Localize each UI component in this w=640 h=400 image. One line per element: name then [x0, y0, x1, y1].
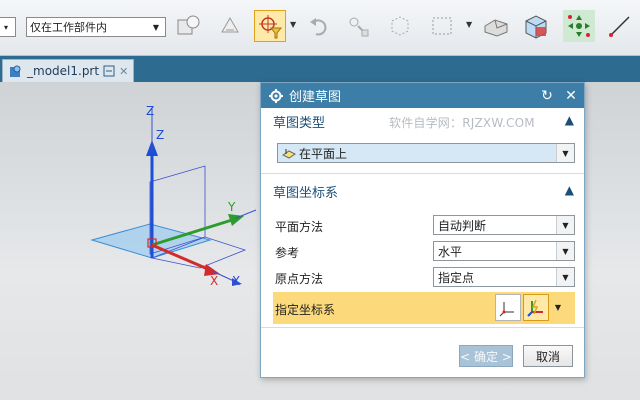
cube-wire-icon[interactable]	[384, 10, 416, 42]
dialog-title-bar: 创建草图 ↻ ✕	[261, 83, 584, 108]
z-axis-label: Z	[146, 104, 155, 118]
sketch-on-plane-icon	[282, 149, 296, 159]
specify-csys-label: 指定坐标系	[275, 303, 336, 317]
main-toolbar: ▾ 仅在工作部件内 ▼ ▼ ▼	[0, 0, 640, 56]
solid-icon[interactable]	[480, 10, 512, 42]
cancel-button[interactable]: 取消	[523, 345, 573, 367]
gear-icon[interactable]	[269, 88, 283, 103]
collapse-caret-icon[interactable]: ▲	[565, 183, 574, 197]
chevron-down-icon: ▼	[556, 242, 574, 260]
select-box-icon[interactable]	[426, 10, 458, 42]
origin-method-label: 原点方法	[275, 272, 324, 286]
sketch-type-value: 在平面上	[299, 146, 348, 161]
plane-method-select[interactable]: 自动判断 ▼	[433, 215, 575, 235]
chevron-down-icon: ▼	[554, 303, 562, 312]
chevron-down-icon[interactable]: ▼	[290, 20, 296, 29]
chevron-down-icon: ▼	[152, 22, 160, 32]
csys-icon	[499, 301, 514, 316]
chevron-down-icon: ▼	[556, 216, 574, 234]
origin-method-value: 指定点	[438, 270, 475, 285]
inferred-csys-button[interactable]	[523, 294, 549, 321]
tab-model1[interactable]: _model1.prt ✕	[2, 59, 134, 82]
reference-label: 参考	[275, 246, 300, 260]
select-filter-icon[interactable]	[254, 10, 286, 42]
reset-icon[interactable]: ↻	[538, 87, 556, 105]
chevron-down-icon: ▼	[556, 144, 574, 162]
rotate-icon[interactable]	[304, 10, 336, 42]
view-cube-icon[interactable]	[520, 10, 552, 42]
selection-combo-left[interactable]: ▾	[0, 17, 16, 37]
tab-close-icon[interactable]: ✕	[119, 65, 128, 78]
section-title: 草图类型	[273, 115, 326, 131]
section-sketch-csys: 草图坐标系 ▲ 平面方法 自动判断 ▼ 参考 水平 ▼ 原点方法 指定点 ▼ 指…	[261, 178, 584, 328]
snap-grid-icon[interactable]	[563, 10, 595, 42]
chevron-down-icon: ▼	[556, 268, 574, 286]
x-axis-label: X	[210, 274, 219, 288]
line-icon[interactable]	[604, 10, 636, 42]
section-title: 草图坐标系	[273, 185, 339, 201]
z-datum-label: Z	[156, 128, 165, 142]
plane-method-label: 平面方法	[275, 220, 324, 234]
specify-csys-row[interactable]: 指定坐标系 ▼	[273, 292, 575, 324]
watermark-text: 软件自学网：RJZXW.COM	[389, 116, 535, 130]
y-datum-axis	[235, 209, 257, 219]
sketch-type-select[interactable]: 在平面上 ▼	[277, 143, 575, 163]
section-sketch-type-header[interactable]: 草图类型 软件自学网：RJZXW.COM ▲	[261, 108, 584, 134]
inferred-csys-icon	[527, 299, 543, 317]
section-sketch-csys-header[interactable]: 草图坐标系 ▲	[261, 178, 584, 204]
chevron-down-icon[interactable]: ▼	[466, 20, 472, 29]
csys-dialog-button[interactable]	[495, 294, 521, 321]
collapse-caret-icon[interactable]: ▲	[565, 113, 574, 127]
tab-label: _model1.prt	[27, 64, 100, 78]
reference-select[interactable]: 水平 ▼	[433, 241, 575, 261]
ok-button[interactable]: < 确定 >	[459, 345, 513, 367]
shell-icon[interactable]	[214, 10, 246, 42]
chevron-down-icon: ▾	[3, 22, 8, 32]
reference-value: 水平	[438, 244, 463, 259]
csys-options-dropdown[interactable]: ▼	[551, 294, 565, 321]
close-icon[interactable]: ✕	[562, 87, 580, 105]
y-axis-label: Y	[228, 200, 236, 214]
csys-triad	[90, 108, 257, 286]
dialog-title: 创建草图	[289, 90, 342, 105]
plane-method-value: 自动判断	[438, 218, 487, 233]
x-datum-label: X	[232, 274, 241, 288]
origin-method-select[interactable]: 指定点 ▼	[433, 267, 575, 287]
body-icon[interactable]	[172, 10, 204, 42]
section-sketch-type: 草图类型 软件自学网：RJZXW.COM ▲ 在平面上 ▼	[261, 108, 584, 174]
filter-scope-value: 仅在工作部件内	[30, 21, 107, 34]
point-icon[interactable]	[342, 10, 374, 42]
part-file-icon	[10, 65, 21, 77]
create-sketch-dialog: 创建草图 ↻ ✕ 草图类型 软件自学网：RJZXW.COM ▲ 在平面上 ▼ 草…	[260, 82, 585, 378]
filter-scope-select[interactable]: 仅在工作部件内 ▼	[26, 17, 166, 37]
save-doc-icon[interactable]	[103, 65, 115, 77]
document-tab-bar: _model1.prt ✕	[0, 56, 640, 82]
